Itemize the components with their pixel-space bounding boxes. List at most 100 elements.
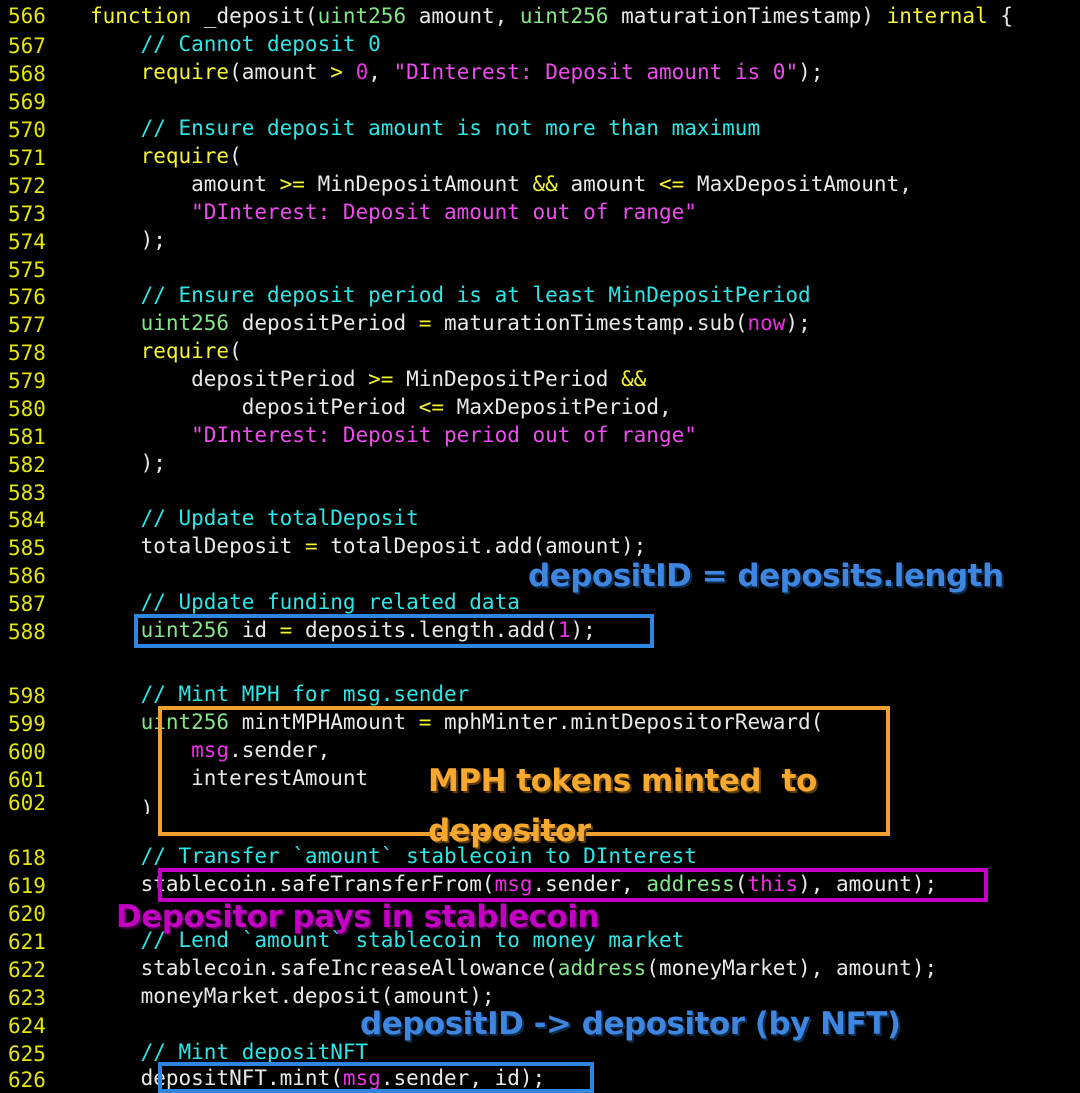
code-line-581[interactable]: "DInterest: Deposit period out of range" [90,423,697,447]
code-line-600[interactable]: msg.sender, [90,738,330,762]
token-plain: mintMPHAmount [229,710,419,734]
token-plain: .sender, [229,738,331,762]
token-plain: .sender, id); [380,1066,546,1090]
code-line-625[interactable]: // Mint depositNFT [90,1040,369,1064]
code-line-570[interactable]: // Ensure deposit amount is not more tha… [90,116,761,140]
annotation-mph-minted-line1: MPH tokens minted to [428,763,817,799]
token-comment: // Ensure deposit amount is not more tha… [90,116,761,140]
token-plain: depositPeriod [90,367,369,391]
token-comment: // Mint depositNFT [90,1040,369,1064]
token-operator: > [330,60,343,84]
code-line-580[interactable]: depositPeriod <= MaxDepositPeriod, [90,395,672,419]
token-comment: // Cannot deposit 0 [90,32,381,56]
line-number: 582 [8,453,46,477]
code-line-573[interactable]: "DInterest: Deposit amount out of range" [90,200,697,224]
line-number: 572 [8,174,46,198]
token-plain: totalDeposit.add(amount); [317,534,647,558]
token-plain: ( [229,339,242,363]
code-line-582[interactable]: ); [90,451,166,475]
annotation-depositor-pays: Depositor pays in stablecoin [116,899,600,935]
code-line-567[interactable]: // Cannot deposit 0 [90,32,381,56]
code-line-571[interactable]: require( [90,144,242,168]
annotation-nft-mapping: depositID -> depositor (by NFT) [360,1006,901,1042]
line-number: 588 [8,620,46,644]
line-number: 578 [8,341,46,365]
line-number: 579 [8,369,46,393]
code-line-572[interactable]: amount >= MinDepositAmount && amount <= … [90,172,912,196]
token-comment: // Update totalDeposit [90,506,419,530]
token-keyword: internal [886,4,988,28]
token-operator: && [621,367,647,391]
line-number: 566 [8,4,46,28]
token-plain: MinDepositPeriod [393,367,622,391]
code-line-626[interactable]: depositNFT.mint(msg.sender, id); [90,1066,546,1090]
token-plain: ); [90,228,166,252]
code-line-623[interactable]: moneyMarket.deposit(amount); [90,984,495,1008]
line-number: 568 [8,62,46,86]
code-line-577[interactable]: uint256 depositPeriod = maturationTimest… [90,311,811,335]
code-line-584[interactable]: // Update totalDeposit [90,506,419,530]
code-line-566[interactable]: function _deposit(uint256 amount, uint25… [90,4,1013,28]
token-plain: totalDeposit [90,534,305,558]
line-number: 587 [8,592,46,616]
code-line-598[interactable]: // Mint MPH for msg.sender [90,682,470,706]
token-plain: depositPeriod [229,311,419,335]
token-number: 1 [557,618,571,642]
token-plain: ( [229,144,242,168]
code-line-619[interactable]: stablecoin.safeTransferFrom(msg.sender, … [90,872,938,896]
token-type: uint256 [140,618,230,642]
token-plain: { [987,4,1014,28]
token-plain: maturationTimestamp.sub( [431,311,748,335]
token-plain: ); [90,797,166,814]
code-line-602[interactable]: ); [90,794,166,814]
token-plain: interestAmount [90,766,369,790]
line-number: 618 [8,846,46,870]
token-plain: , [368,60,394,84]
line-number: 601 [8,768,46,792]
line-number: 619 [8,874,46,898]
code-line-622[interactable]: stablecoin.safeIncreaseAllowance(address… [90,956,938,980]
token-operator: >= [368,367,394,391]
code-line-599[interactable]: uint256 mintMPHAmount = mphMinter.mintDe… [90,710,824,734]
code-line-588[interactable]: uint256 id = deposits.length.add(1); [90,618,596,642]
code-editor-screenshot: 566 567 568 569 570 571 572 573 574 575 … [0,0,1080,1093]
line-number: 624 [8,1014,46,1038]
token-operator: && [532,172,558,196]
code-line-601[interactable]: interestAmount [90,766,368,790]
token-plain: deposits.length.add( [292,618,558,642]
line-number: 575 [8,258,46,282]
code-line-585[interactable]: totalDeposit = totalDeposit.add(amount); [90,534,647,558]
token-operator: <= [418,395,445,419]
line-number: 571 [8,146,46,170]
token-type: address [557,956,647,980]
code-line-579[interactable]: depositPeriod >= MinDepositPeriod && [90,367,646,391]
token-plain: ); [798,60,824,84]
token-type: uint256 [317,4,407,28]
line-number: 576 [8,285,46,309]
token-plain: _deposit( [191,4,318,28]
token-builtin: msg [191,738,230,762]
code-line-568[interactable]: require(amount > 0, "DInterest: Deposit … [90,60,824,84]
token-plain: MaxDepositPeriod, [444,395,672,419]
code-line-576[interactable]: // Ensure deposit period is at least Min… [90,283,811,307]
token-comment: // Transfer `amount` stablecoin to DInte… [90,844,697,868]
code-line-578[interactable]: require( [90,339,242,363]
token-keyword: function [90,4,192,28]
code-line-587[interactable]: // Update funding related data [90,590,520,614]
line-number: 626 [8,1068,46,1092]
token-operator: = [418,311,432,335]
token-plain: ); [90,451,166,475]
token-plain: mphMinter.mintDepositorReward( [431,710,824,734]
token-operator: >= [279,172,305,196]
code-line-574[interactable]: ); [90,228,166,252]
token-type: uint256 [140,710,230,734]
token-plain: depositNFT.mint( [90,1066,343,1090]
line-number: 625 [8,1042,46,1066]
code-line-618[interactable]: // Transfer `amount` stablecoin to DInte… [90,844,697,868]
line-number: 585 [8,536,46,560]
token-plain: ); [570,618,596,642]
